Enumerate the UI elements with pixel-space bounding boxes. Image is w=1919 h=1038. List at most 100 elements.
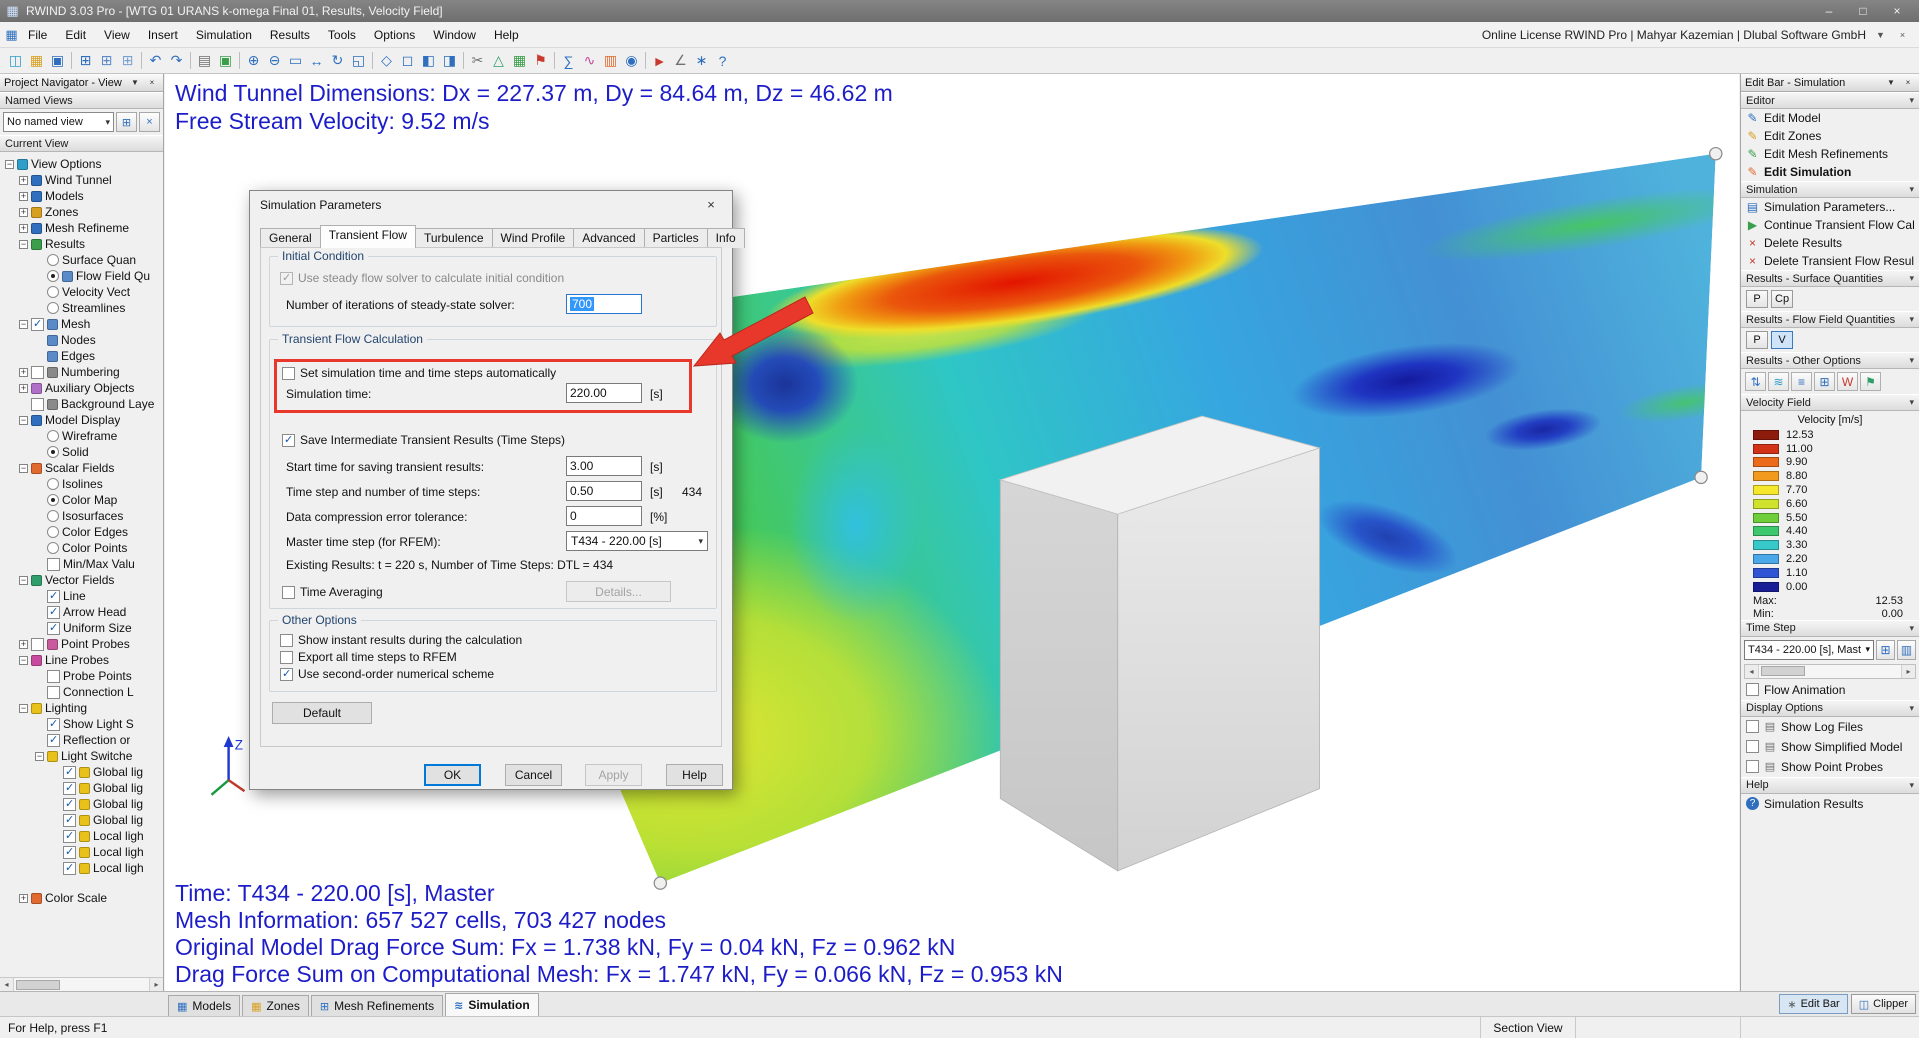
tree-item[interactable]: Min/Max Valu xyxy=(0,556,163,572)
mesh-table-icon[interactable]: ⊞ xyxy=(117,50,138,71)
flow-field-quantity-button[interactable]: V xyxy=(1771,331,1793,349)
auto-time-checkbox[interactable] xyxy=(282,367,295,380)
dialog-tab[interactable]: Wind Profile xyxy=(492,228,575,248)
timestep-table-icon[interactable]: ⊞ xyxy=(1876,640,1895,660)
tree-checkbox[interactable] xyxy=(47,718,60,731)
tree-checkbox[interactable] xyxy=(47,622,60,635)
zones-table-icon[interactable]: ⊞ xyxy=(96,50,117,71)
section-view-cell[interactable]: Section View xyxy=(1480,1017,1575,1038)
tree-expander-icon[interactable] xyxy=(19,894,28,903)
menu-item[interactable]: Results xyxy=(261,24,319,46)
probe-icon[interactable]: ◉ xyxy=(621,50,642,71)
menu-item[interactable]: Edit xyxy=(56,24,95,46)
tree-item[interactable]: Global lig xyxy=(0,764,163,780)
flag-icon[interactable]: ⚑ xyxy=(530,50,551,71)
tree-item[interactable]: Wireframe xyxy=(0,428,163,444)
section-results-other-options[interactable]: Results - Other Options▾ xyxy=(1741,352,1919,369)
annotation-arrow-icon[interactable]: ► xyxy=(649,50,670,71)
editbar-item[interactable]: ▤ Simulation Parameters... xyxy=(1741,198,1919,216)
zoom-window-icon[interactable]: ▭ xyxy=(285,50,306,71)
tree-checkbox[interactable] xyxy=(47,270,59,282)
tree-checkbox[interactable] xyxy=(47,542,59,554)
top-view-icon[interactable]: ◧ xyxy=(418,50,439,71)
tree-item[interactable]: Mesh xyxy=(0,316,163,332)
menubar-close-icon[interactable]: × xyxy=(1895,27,1910,42)
steady-solver-checkbox[interactable] xyxy=(280,272,293,285)
tree-item[interactable]: Streamlines xyxy=(0,300,163,316)
tree-item[interactable]: Scalar Fields xyxy=(0,460,163,476)
dialog-tab[interactable]: Advanced xyxy=(573,228,644,248)
section-time-step[interactable]: Time Step▾ xyxy=(1741,620,1919,637)
tree-expander-icon[interactable] xyxy=(19,416,28,425)
dialog-tab[interactable]: General xyxy=(260,228,321,248)
toolbar-icon[interactable] xyxy=(645,52,646,69)
tree-item[interactable]: Line xyxy=(0,588,163,604)
tree-expander-icon[interactable] xyxy=(5,160,14,169)
apply-button[interactable]: Apply xyxy=(585,764,642,786)
tree-expander-icon[interactable] xyxy=(19,176,28,185)
tree-checkbox[interactable] xyxy=(63,814,76,827)
tree-item[interactable]: Reflection or xyxy=(0,732,163,748)
tree-item[interactable]: Isolines xyxy=(0,476,163,492)
tree-checkbox[interactable] xyxy=(63,782,76,795)
tree-checkbox[interactable] xyxy=(47,302,59,314)
section-velocity-field[interactable]: Velocity Field▾ xyxy=(1741,394,1919,411)
tree-item[interactable]: Light Switche xyxy=(0,748,163,764)
tree-checkbox[interactable] xyxy=(63,862,76,875)
editbar-item[interactable]: ✎ Edit Mesh Refinements xyxy=(1741,145,1919,163)
tree-item[interactable]: Color Map xyxy=(0,492,163,508)
tree-item[interactable]: Connection L xyxy=(0,684,163,700)
side-view-icon[interactable]: ◨ xyxy=(439,50,460,71)
maximize-button[interactable]: □ xyxy=(1846,1,1880,21)
screenshot-icon[interactable]: ▣ xyxy=(215,50,236,71)
tree-checkbox[interactable] xyxy=(47,606,60,619)
toolbar-icon[interactable] xyxy=(372,52,373,69)
export-steps-checkbox[interactable] xyxy=(280,651,293,664)
mesh-icon[interactable]: ▦ xyxy=(509,50,530,71)
close-icon[interactable]: × xyxy=(1901,76,1915,89)
navigator-horizontal-scrollbar[interactable]: ◂ ▸ xyxy=(0,977,163,991)
print-icon[interactable]: ▤ xyxy=(194,50,215,71)
color-map-icon[interactable]: ▥ xyxy=(600,50,621,71)
tree-checkbox[interactable] xyxy=(31,638,44,651)
pin-icon[interactable]: ▼ xyxy=(1884,76,1898,89)
grid-icon[interactable]: ⊞ xyxy=(1814,372,1835,391)
tree-checkbox[interactable] xyxy=(31,398,44,411)
surface-quantity-button[interactable]: P xyxy=(1746,290,1768,308)
tree-checkbox[interactable] xyxy=(63,846,76,859)
tree-item[interactable]: Line Probes xyxy=(0,652,163,668)
editbar-item[interactable]: × Delete Transient Flow Result... xyxy=(1741,252,1919,270)
bottom-tab[interactable]: ▦ Zones xyxy=(242,995,309,1016)
tree-checkbox[interactable] xyxy=(63,830,76,843)
flag-icon[interactable]: ⚑ xyxy=(1860,372,1881,391)
start-time-input[interactable]: 3.00 xyxy=(566,456,642,476)
tree-item[interactable]: Solid xyxy=(0,444,163,460)
surface-quantity-button[interactable]: Cp xyxy=(1771,290,1793,308)
dialog-close-icon[interactable]: × xyxy=(691,192,731,217)
timestep-chart-icon[interactable]: ▥ xyxy=(1897,640,1916,660)
tree-item[interactable]: Models xyxy=(0,188,163,204)
results-icon[interactable]: ∿ xyxy=(579,50,600,71)
tree-checkbox[interactable] xyxy=(47,590,60,603)
section-surface-quantities[interactable]: Results - Surface Quantities▾ xyxy=(1741,270,1919,287)
scroll-right-icon[interactable]: ▸ xyxy=(1901,665,1915,678)
redo-icon[interactable]: ↷ xyxy=(166,50,187,71)
tree-item[interactable]: Model Display xyxy=(0,412,163,428)
tree-item[interactable]: Global lig xyxy=(0,780,163,796)
tree-checkbox[interactable] xyxy=(47,558,60,571)
zoom-in-icon[interactable]: ⊕ xyxy=(243,50,264,71)
tree-checkbox[interactable] xyxy=(63,798,76,811)
section-flow-field-quantities[interactable]: Results - Flow Field Quantities▾ xyxy=(1741,311,1919,328)
tree-checkbox[interactable] xyxy=(47,510,59,522)
tree-item[interactable]: Global lig xyxy=(0,796,163,812)
menu-item[interactable]: Window xyxy=(424,24,485,46)
bottom-tab[interactable]: ≋ Simulation xyxy=(445,993,539,1016)
bottom-tab[interactable]: ▦ Models xyxy=(168,995,240,1016)
save-icon[interactable]: ▣ xyxy=(47,50,68,71)
ok-button[interactable]: OK xyxy=(424,764,481,786)
time-step-input[interactable]: 0.50 xyxy=(566,481,642,501)
open-icon[interactable]: ▦ xyxy=(26,50,47,71)
close-icon[interactable]: × xyxy=(145,76,159,89)
tree-checkbox[interactable] xyxy=(63,766,76,779)
document-icon[interactable]: ▦ xyxy=(4,27,19,42)
